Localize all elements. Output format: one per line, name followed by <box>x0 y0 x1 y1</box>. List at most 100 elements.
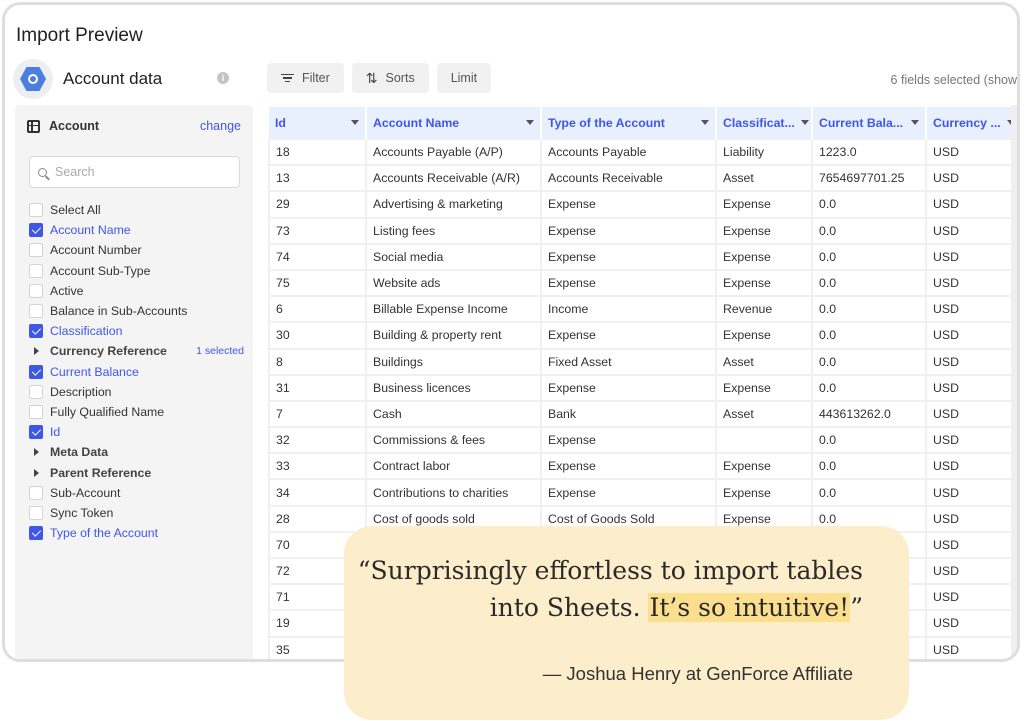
column-header[interactable]: Id <box>269 107 367 139</box>
dropdown-arrow-icon[interactable] <box>800 120 809 125</box>
filter-label: Filter <box>302 71 330 85</box>
change-table-link[interactable]: change <box>200 119 241 133</box>
source-name: Account data <box>63 69 163 88</box>
checkbox-checked-icon[interactable] <box>29 324 43 339</box>
field-checkbox-item[interactable]: Classification <box>29 321 244 341</box>
checkbox-icon[interactable] <box>29 485 43 500</box>
table-cell: 7654697701.25 <box>811 164 927 193</box>
table-cell: Contributions to charities <box>365 478 542 507</box>
table-cell: USD <box>925 242 1017 271</box>
checkbox-checked-icon[interactable] <box>29 223 43 238</box>
field-checkbox-item[interactable]: Sub-Account <box>29 483 244 503</box>
field-group[interactable]: Parent Reference <box>29 462 244 482</box>
sorts-button[interactable]: ⇅ Sorts <box>351 63 429 93</box>
table-cell: Advertising & marketing <box>365 190 542 219</box>
checkbox-icon[interactable] <box>29 283 43 298</box>
field-checkbox-item[interactable]: Select All <box>29 200 244 220</box>
dropdown-arrow-icon[interactable] <box>911 120 919 125</box>
checkbox-checked-icon[interactable] <box>29 526 43 541</box>
field-checkbox-item[interactable]: Description <box>29 382 244 402</box>
field-checkbox-item[interactable]: Id <box>29 422 244 442</box>
column-header[interactable]: Classificat... <box>716 107 813 139</box>
field-checkbox-item[interactable]: Account Name <box>29 220 244 240</box>
field-group[interactable]: Meta Data <box>29 442 244 462</box>
testimonial-attribution: — Joshua Henry at GenForce Affiliate <box>542 663 853 684</box>
field-checkbox-item[interactable]: Sync Token <box>29 503 244 523</box>
table-cell: Billable Expense Income <box>365 295 542 324</box>
field-label: Active <box>50 283 84 298</box>
table-cell: USD <box>925 190 1017 219</box>
expand-caret-icon[interactable] <box>29 469 43 477</box>
field-label: Fully Qualified Name <box>50 404 165 419</box>
field-label: Sub-Account <box>50 485 121 500</box>
expand-caret-icon[interactable] <box>29 448 43 456</box>
table-cell: Liability <box>715 137 813 167</box>
field-label: Description <box>50 384 112 399</box>
field-group[interactable]: Currency Reference 1 selected <box>29 341 244 361</box>
table-cell: Expense <box>540 242 717 271</box>
table-cell: Expense <box>540 452 717 481</box>
field-label: Type of the Account <box>50 526 159 541</box>
field-search[interactable] <box>29 156 240 188</box>
table-row: 33 Contract labor Expense Expense 0.0 USD <box>268 452 1017 481</box>
sort-arrows-icon: ⇅ <box>365 69 378 86</box>
table-cell: 30 <box>268 321 367 350</box>
checkbox-checked-icon[interactable] <box>29 425 43 440</box>
column-header[interactable]: Current Bala... <box>812 107 927 139</box>
checkbox-icon[interactable] <box>29 243 43 258</box>
testimonial-card: “Surprisingly effortless to import table… <box>344 526 909 720</box>
field-checkbox-item[interactable]: Balance in Sub-Accounts <box>29 301 244 321</box>
field-checkbox-item[interactable]: Account Number <box>29 240 244 260</box>
field-label: Balance in Sub-Accounts <box>50 304 188 319</box>
table-cell: 13 <box>268 164 367 193</box>
fields-selected-count[interactable]: 6 fields selected (show <box>891 73 1017 87</box>
table-cell: USD <box>925 373 1017 402</box>
field-checkbox-item[interactable]: Type of the Account <box>29 523 244 543</box>
checkbox-icon[interactable] <box>29 203 43 218</box>
table-cell <box>715 426 813 455</box>
table-cell: Expense <box>540 190 717 219</box>
column-header[interactable]: Currency ... <box>926 107 1017 139</box>
checkbox-icon[interactable] <box>29 384 43 399</box>
checkbox-icon[interactable] <box>29 263 43 278</box>
field-label: Current Balance <box>50 364 139 379</box>
checkbox-icon[interactable] <box>29 404 43 419</box>
table-cell: Expense <box>540 426 717 455</box>
table-row: 18 Accounts Payable (A/P) Accounts Payable… <box>268 137 1017 167</box>
column-header[interactable]: Account Name <box>366 107 542 139</box>
expand-caret-icon[interactable] <box>29 347 43 355</box>
table-cell: 0.0 <box>811 321 927 350</box>
table-cell: Expense <box>715 268 813 298</box>
table-cell: 32 <box>268 426 367 455</box>
info-icon[interactable]: i <box>217 72 229 84</box>
field-checkbox-item[interactable]: Current Balance <box>29 362 244 382</box>
field-checkbox-item[interactable]: Fully Qualified Name <box>29 402 244 422</box>
dropdown-arrow-icon[interactable] <box>526 120 534 125</box>
field-checkbox-item[interactable]: Active <box>29 281 244 301</box>
quote-line-1: “Surprisingly effortless to import table… <box>357 556 863 585</box>
checkbox-checked-icon[interactable] <box>29 364 43 379</box>
checkbox-icon[interactable] <box>29 505 43 520</box>
search-input[interactable] <box>55 165 225 179</box>
table-cell: USD <box>925 609 1017 638</box>
filter-icon <box>281 73 294 83</box>
vertical-scrollbar[interactable] <box>1011 105 1017 659</box>
table-cell: 0.0 <box>811 216 927 245</box>
table-cell: USD <box>925 504 1017 533</box>
table-cell: USD <box>925 137 1017 167</box>
filter-button[interactable]: Filter <box>267 63 344 93</box>
limit-label: Limit <box>450 71 478 85</box>
table-cell: Accounts Receivable (A/R) <box>365 164 542 193</box>
table-cell: Expense <box>715 373 813 402</box>
table-cell: Asset <box>715 164 813 193</box>
table-cell: USD <box>925 478 1017 507</box>
dropdown-arrow-icon[interactable] <box>701 120 709 125</box>
column-header[interactable]: Type of the Account <box>541 107 717 139</box>
field-label: Classification <box>50 324 123 339</box>
checkbox-icon[interactable] <box>29 304 43 319</box>
table-row: 34 Contributions to charities Expense Expen… <box>268 478 1017 507</box>
limit-button[interactable]: Limit <box>436 63 492 93</box>
dropdown-arrow-icon[interactable] <box>351 120 359 125</box>
testimonial-quote: “Surprisingly effortless to import table… <box>358 552 863 626</box>
field-checkbox-item[interactable]: Account Sub-Type <box>29 261 244 281</box>
